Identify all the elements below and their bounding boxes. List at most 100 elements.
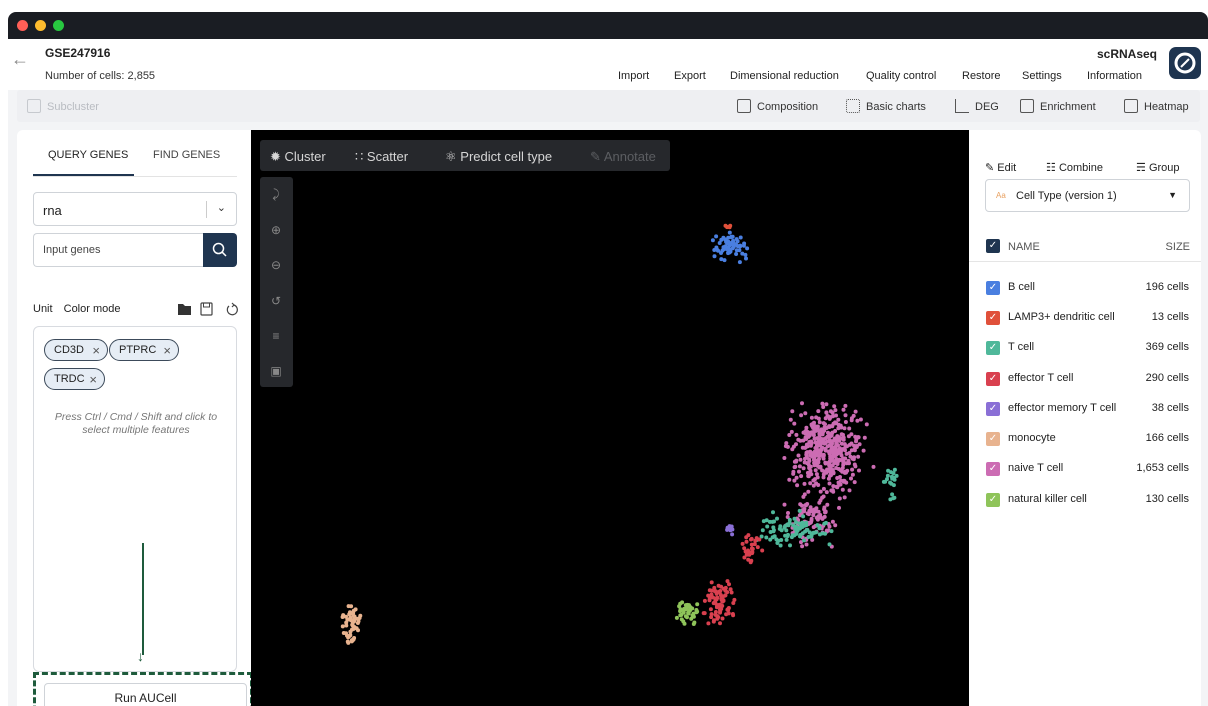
group-button[interactable]: ☴ Group xyxy=(1136,161,1180,174)
checkbox[interactable]: ✓ xyxy=(986,462,1000,476)
scatter-canvas xyxy=(340,223,899,645)
menu-import[interactable]: Import xyxy=(618,70,649,82)
cell-type-row[interactable]: ✓ B cell 196 cells xyxy=(986,280,1189,296)
cell-type-row[interactable]: ✓ naive T cell 1,653 cells xyxy=(986,461,1189,477)
cell-type-row[interactable]: ✓ effector memory T cell 38 cells xyxy=(986,401,1189,417)
cell-point xyxy=(757,537,762,542)
select-all-checkbox[interactable]: ✓ xyxy=(986,239,1000,253)
cell-type-size: 196 cells xyxy=(1145,281,1189,293)
gene-chip[interactable]: CD3D × xyxy=(44,339,108,361)
edit-button[interactable]: ✎ Edit xyxy=(985,161,1016,174)
cell-point xyxy=(710,238,715,243)
cell-type-row[interactable]: ✓ LAMP3+ dendritic cell 13 cells xyxy=(986,310,1189,326)
cell-point xyxy=(825,414,830,419)
cell-point xyxy=(749,558,754,563)
checkbox[interactable]: ✓ xyxy=(986,281,1000,295)
enrichment-button[interactable]: Enrichment xyxy=(1020,99,1096,113)
cell-point xyxy=(842,479,847,483)
cell-type-size: 166 cells xyxy=(1145,432,1189,444)
zoom-in-icon[interactable]: ⊕ xyxy=(269,223,283,237)
checkbox[interactable]: ✓ xyxy=(986,493,1000,507)
cell-point xyxy=(843,420,848,424)
cell-point xyxy=(352,625,357,629)
cell-point xyxy=(764,535,769,540)
menu-settings[interactable]: Settings xyxy=(1022,70,1062,82)
close-window-button[interactable] xyxy=(17,20,28,31)
checkbox[interactable]: ✓ xyxy=(986,372,1000,386)
remove-chip-icon[interactable]: × xyxy=(92,343,100,358)
predict-cell-type-tool[interactable]: ⚛ Predict cell type xyxy=(445,149,552,165)
combine-button[interactable]: ☷ Combine xyxy=(1046,161,1103,174)
cell-point xyxy=(892,467,897,472)
gene-search-button[interactable] xyxy=(203,233,237,267)
cell-point xyxy=(803,411,808,416)
cell-point xyxy=(678,601,683,606)
cell-point xyxy=(702,598,707,603)
back-arrow-icon[interactable]: ← xyxy=(11,49,29,70)
cell-point xyxy=(725,224,730,229)
cell-point xyxy=(841,432,845,437)
cell-type-row[interactable]: ✓ effector T cell 290 cells xyxy=(986,371,1189,387)
cell-point xyxy=(771,510,775,515)
cell-point xyxy=(806,489,811,494)
export-image-icon[interactable]: ▣ xyxy=(269,364,283,378)
tab-find-genes[interactable]: FIND GENES xyxy=(153,149,220,161)
cell-point xyxy=(679,612,684,617)
gene-chip[interactable]: TRDC × xyxy=(44,368,105,390)
cell-point xyxy=(832,461,837,466)
cell-point xyxy=(822,514,827,519)
cell-point xyxy=(356,628,360,633)
zoom-out-icon[interactable]: ⊖ xyxy=(269,258,283,272)
embedding-plot[interactable]: ✹ Cluster ∷ Scatter ⚛ Predict cell type … xyxy=(251,130,969,706)
assay-select[interactable]: rna ⌄ xyxy=(33,192,237,226)
heatmap-button[interactable]: Heatmap xyxy=(1124,99,1189,113)
cell-point xyxy=(797,469,801,474)
cell-point xyxy=(864,422,869,427)
checkbox[interactable]: ✓ xyxy=(986,311,1000,325)
menu-restore[interactable]: Restore xyxy=(962,70,1001,82)
maximize-window-button[interactable] xyxy=(53,20,64,31)
menu-information[interactable]: Information xyxy=(1087,70,1142,82)
cell-point xyxy=(857,468,861,473)
menu-quality-control[interactable]: Quality control xyxy=(866,70,936,82)
cell-type-row[interactable]: ✓ T cell 369 cells xyxy=(986,340,1189,356)
cell-point xyxy=(885,477,889,482)
gene-chip[interactable]: PTPRC × xyxy=(109,339,179,361)
cell-type-row[interactable]: ✓ monocyte 166 cells xyxy=(986,431,1189,447)
minimize-window-button[interactable] xyxy=(35,20,46,31)
color-mode-label[interactable]: Color mode xyxy=(64,303,121,315)
cell-point xyxy=(348,615,353,620)
run-aucell-button[interactable]: Run AUCell xyxy=(44,683,247,706)
checkbox[interactable]: ✓ xyxy=(986,402,1000,416)
remove-chip-icon[interactable]: × xyxy=(163,343,171,358)
cell-point xyxy=(862,435,867,440)
reset-view-icon[interactable]: ↺ xyxy=(269,294,283,308)
annotation-select[interactable]: Aa Cell Type (version 1) ▼ xyxy=(985,179,1190,212)
menu-dimensional-reduction[interactable]: Dimensional reduction xyxy=(730,70,839,82)
basic-charts-button[interactable]: Basic charts xyxy=(846,99,926,113)
cell-point xyxy=(340,624,345,629)
gene-search-input[interactable] xyxy=(33,233,203,267)
cell-point xyxy=(849,418,854,423)
remove-chip-icon[interactable]: × xyxy=(89,372,97,387)
cell-point xyxy=(811,525,816,530)
cluster-tool[interactable]: ✹ Cluster xyxy=(270,149,326,165)
checkbox[interactable]: ✓ xyxy=(986,432,1000,446)
deg-button[interactable]: DEG xyxy=(955,99,999,113)
cell-point xyxy=(820,495,825,500)
composition-button[interactable]: Composition xyxy=(737,99,818,113)
adjust-icon[interactable]: ≡ xyxy=(269,329,283,343)
scatter-tool[interactable]: ∷ Scatter xyxy=(355,149,408,165)
cell-point xyxy=(852,480,857,485)
cell-point xyxy=(814,472,819,477)
cell-point xyxy=(791,471,796,476)
menu-export[interactable]: Export xyxy=(674,70,706,82)
cell-point xyxy=(678,607,683,612)
lasso-icon[interactable]: ⤸ xyxy=(269,187,283,201)
unit-label[interactable]: Unit xyxy=(33,303,53,315)
cell-type-row[interactable]: ✓ natural killer cell 130 cells xyxy=(986,492,1189,508)
checkbox[interactable]: ✓ xyxy=(986,341,1000,355)
cell-type-size: 290 cells xyxy=(1145,372,1189,384)
cell-point xyxy=(815,517,820,522)
tab-query-genes[interactable]: QUERY GENES xyxy=(48,149,128,161)
